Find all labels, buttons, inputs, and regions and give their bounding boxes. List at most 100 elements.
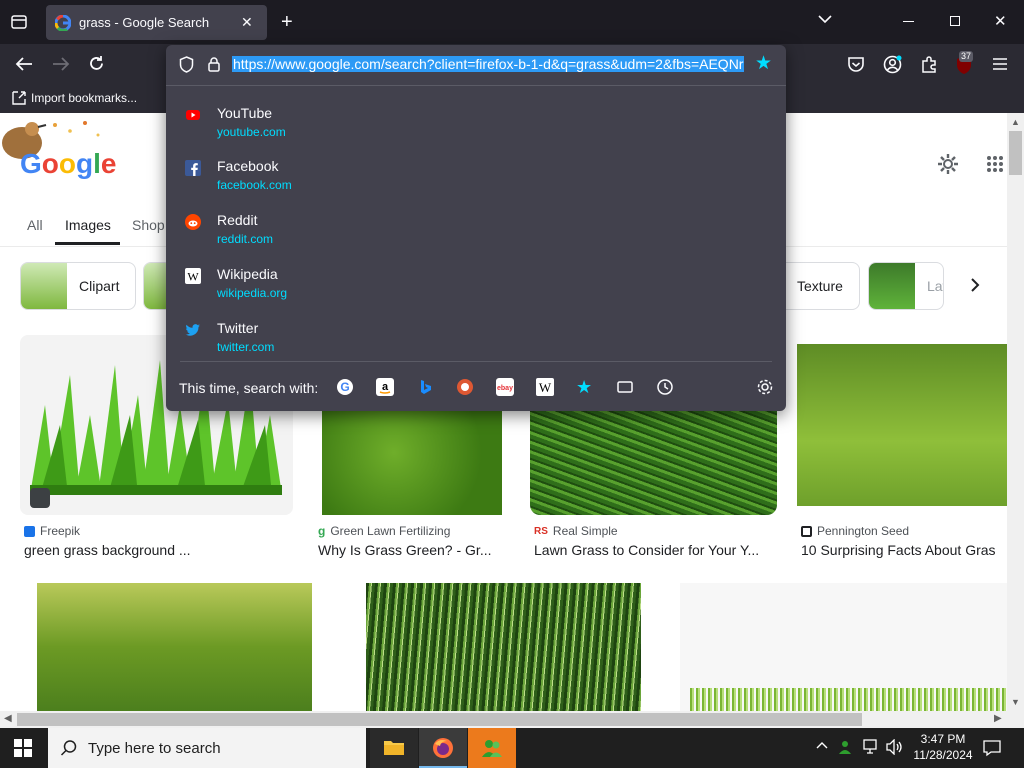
result-source-pennington[interactable]: Pennington Seed [801, 524, 909, 538]
url-input[interactable]: https://www.google.com/search?client=fir… [232, 56, 752, 74]
chip-thumbnail [869, 263, 915, 309]
show-hidden-icons-chevron-icon[interactable] [816, 741, 828, 749]
clock-time: 3:47 PM [920, 732, 966, 746]
svg-text:W: W [187, 270, 199, 284]
taskbar-app-people[interactable] [468, 728, 516, 768]
result-source-freepik[interactable]: Freepik [24, 524, 80, 538]
restore-icon[interactable] [950, 16, 960, 26]
tab-images[interactable]: Images [65, 217, 111, 233]
settings-gear-icon[interactable] [937, 153, 959, 175]
forward-arrow-icon[interactable] [52, 56, 70, 72]
chip-clipart[interactable]: Clipart [20, 262, 136, 310]
taskbar-search-placeholder: Type here to search [88, 739, 221, 757]
result-image-row2-2[interactable] [366, 583, 641, 711]
scroll-down-arrow-icon[interactable]: ▼ [1011, 697, 1020, 707]
bookmarks-star-icon[interactable]: ★ [576, 378, 594, 396]
suggestion-facebook[interactable]: Facebook facebook.com [166, 148, 786, 202]
lock-icon[interactable] [207, 56, 221, 72]
chip-texture[interactable]: Texture [784, 262, 860, 310]
wikipedia-engine-icon[interactable]: W [536, 378, 554, 396]
result-caption[interactable]: 10 Surprising Facts About Gras [801, 542, 1007, 558]
scroll-right-arrow-icon[interactable]: ▶ [994, 713, 1002, 724]
taskbar-firefox[interactable] [419, 728, 467, 768]
scroll-up-arrow-icon[interactable]: ▲ [1011, 117, 1020, 127]
result-image-row2-1[interactable] [37, 583, 312, 711]
pocket-icon[interactable] [847, 55, 865, 73]
action-center-icon[interactable] [983, 739, 1001, 757]
suggestion-youtube[interactable]: YouTube youtube.com [166, 95, 786, 149]
back-arrow-icon[interactable] [15, 56, 33, 72]
chips-next-chevron-icon[interactable] [970, 277, 980, 293]
windows-start-icon[interactable] [14, 739, 32, 757]
tab-overview-icon[interactable] [10, 13, 28, 31]
source-name: Real Simple [552, 524, 618, 538]
duckduckgo-icon[interactable] [456, 378, 474, 396]
result-image-real-simple[interactable] [530, 411, 777, 515]
new-tab-plus-icon[interactable]: + [281, 12, 293, 32]
chip-lawn[interactable]: Lawn [868, 262, 944, 310]
image-type-icon [30, 488, 50, 508]
source-name: Green Lawn Fertilizing [330, 524, 451, 538]
close-window-icon[interactable]: ✕ [994, 12, 1007, 30]
scroll-left-arrow-icon[interactable]: ◀ [4, 713, 12, 724]
vertical-scroll-thumb[interactable] [1009, 131, 1022, 175]
list-all-tabs-chevron-icon[interactable] [818, 14, 832, 24]
url-input-row[interactable]: https://www.google.com/search?client=fir… [166, 45, 786, 83]
suggestion-twitter[interactable]: Twitter twitter.com [166, 310, 786, 364]
people-tray-icon[interactable] [838, 738, 856, 756]
horizontal-scroll-thumb[interactable] [17, 713, 862, 726]
horizontal-scrollbar[interactable]: ◀ ▶ [0, 711, 1024, 728]
history-icon[interactable] [656, 378, 674, 396]
bookmark-star-icon[interactable]: ★ [755, 54, 772, 73]
wikipedia-icon: W [185, 268, 201, 284]
taskbar-file-explorer[interactable] [370, 728, 418, 768]
clock-date: 11/28/2024 [913, 748, 973, 762]
tab-all[interactable]: All [27, 217, 43, 233]
result-caption[interactable]: Lawn Grass to Consider for Your Y... [534, 542, 774, 558]
google-apps-grid-icon[interactable] [986, 155, 1004, 173]
result-image-row2-3[interactable] [680, 583, 1007, 711]
amazon-icon[interactable]: a [376, 378, 394, 396]
chip-label: Texture [797, 278, 843, 294]
suggestion-url: facebook.com [217, 178, 292, 192]
tabs-icon[interactable] [616, 378, 634, 396]
volume-icon[interactable] [886, 739, 904, 755]
browser-tab-active[interactable]: grass - Google Search ✕ [46, 5, 267, 40]
close-tab-icon[interactable]: ✕ [241, 14, 253, 31]
chip-thumbnail [21, 263, 67, 309]
taskbar-search-box[interactable]: Type here to search [48, 728, 366, 768]
vertical-scrollbar[interactable]: ▲ ▼ [1007, 113, 1024, 711]
search-settings-gear-icon[interactable] [756, 378, 774, 396]
facebook-icon [185, 160, 201, 176]
google-doodle-logo[interactable]: Google [0, 113, 120, 183]
result-caption[interactable]: Why Is Grass Green? - Gr... [318, 542, 508, 558]
result-source-green-lawn[interactable]: g Green Lawn Fertilizing [318, 524, 450, 538]
urlbar-dropdown-panel: https://www.google.com/search?client=fir… [166, 45, 786, 411]
result-image-pennington[interactable] [797, 344, 1007, 506]
minimize-icon[interactable] [903, 21, 914, 22]
tab-strip: grass - Google Search ✕ + ✕ [0, 0, 1024, 44]
import-bookmarks-button[interactable]: Import bookmarks... [12, 91, 137, 105]
reload-icon[interactable] [88, 55, 105, 72]
extensions-puzzle-icon[interactable] [920, 55, 938, 73]
result-source-real-simple[interactable]: RS Real Simple [534, 524, 618, 538]
taskbar-clock[interactable]: 3:47 PM 11/28/2024 [908, 731, 978, 763]
suggestion-wikipedia[interactable]: W Wikipedia wikipedia.org [166, 256, 786, 310]
windows-taskbar: Type here to search 3:47 PM 11/28/2024 [0, 728, 1024, 768]
grass-strip [690, 688, 1007, 711]
google-icon[interactable]: G [336, 378, 354, 396]
hamburger-menu-icon[interactable] [992, 57, 1008, 71]
search-icon [60, 740, 77, 756]
suggestion-name: Reddit [217, 212, 258, 228]
result-image-green-lawn[interactable] [322, 411, 502, 515]
suggestion-url: twitter.com [217, 340, 275, 354]
suggestion-reddit[interactable]: Reddit reddit.com [166, 202, 786, 256]
ebay-icon[interactable]: ebay [496, 378, 514, 396]
result-caption[interactable]: green grass background ... [24, 542, 284, 558]
bing-icon[interactable] [416, 378, 434, 396]
suggestion-name: Wikipedia [217, 266, 278, 282]
network-icon[interactable] [863, 739, 881, 755]
tracking-protection-shield-icon[interactable] [179, 56, 194, 73]
tab-shopping[interactable]: Shop [132, 217, 165, 233]
account-icon[interactable] [883, 55, 902, 74]
